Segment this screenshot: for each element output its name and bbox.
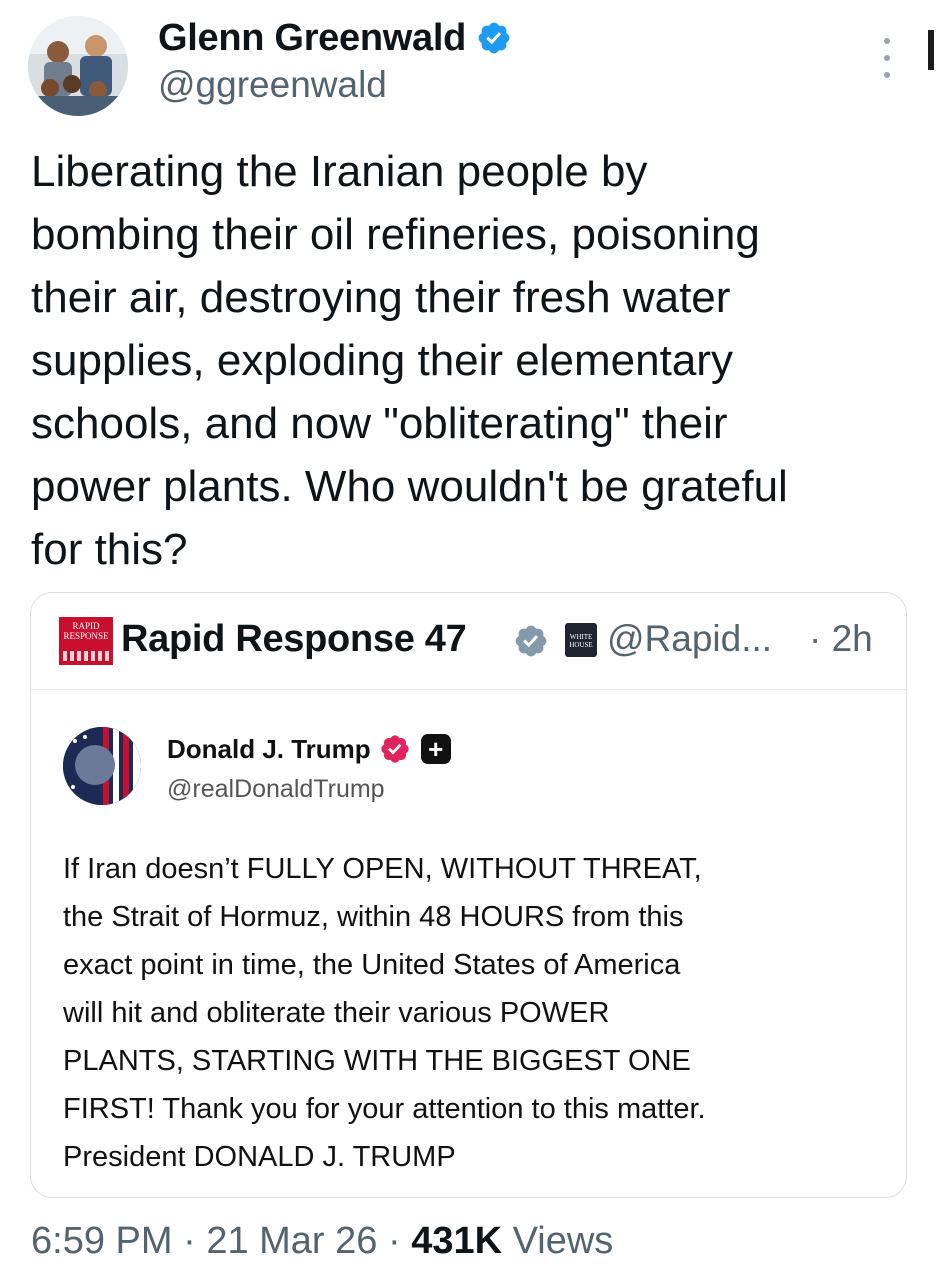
quoted-display-name[interactable]: Rapid Response 47: [121, 618, 467, 661]
tweet-meta-row: 6:59 PM · 21 Mar 26 · 431K Views: [31, 1220, 613, 1263]
tweet-time[interactable]: 6:59 PM: [31, 1220, 173, 1262]
embedded-avatar: [63, 727, 141, 805]
meta-separator: ·: [172, 1220, 207, 1262]
more-dot: [884, 72, 890, 78]
quoted-tweet-card[interactable]: RAPID RESPONSE Rapid Response 47 WHITE H…: [30, 592, 907, 1198]
truth-plus-badge-icon: +: [420, 734, 451, 764]
rapid-response-logo-text: RAPID RESPONSE: [63, 621, 109, 641]
embedded-post-text: If Iran doesn’t FULLY OPEN, WITHOUT THRE…: [63, 853, 706, 1173]
meta-separator: ·: [377, 1220, 412, 1262]
author-handle[interactable]: @ggreenwald: [158, 64, 387, 106]
author-name-row[interactable]: Glenn Greenwald: [158, 14, 512, 62]
more-dot: [884, 38, 890, 44]
tweet-text: Liberating the Iranian people by bombing…: [31, 147, 788, 574]
white-house-badge-text: WHITE HOUSE: [569, 633, 593, 649]
scrollbar-edge: [928, 30, 934, 70]
embedded-name-row: Donald J. Trump +: [167, 731, 451, 767]
views-label[interactable]: Views: [502, 1220, 614, 1262]
white-house-affiliate-badge: WHITE HOUSE: [565, 623, 597, 657]
author-display-name[interactable]: Glenn Greenwald: [158, 17, 466, 60]
views-count[interactable]: 431K: [411, 1220, 502, 1262]
rapid-response-logo-bars: [63, 651, 109, 661]
quoted-timestamp: · 2h: [809, 618, 873, 659]
quoted-tweet-header: RAPID RESPONSE Rapid Response 47 WHITE H…: [31, 593, 906, 690]
verified-badge-icon: [478, 22, 510, 54]
pink-verified-badge-icon: [381, 735, 409, 763]
more-options-icon[interactable]: [877, 38, 897, 78]
quoted-handle[interactable]: @Rapid...: [607, 618, 772, 660]
more-dot: [884, 55, 890, 61]
embedded-display-name: Donald J. Trump: [167, 733, 371, 764]
gray-verified-badge-icon: [515, 625, 547, 657]
author-avatar-image: [28, 16, 128, 116]
rapid-response-logo: RAPID RESPONSE: [59, 617, 113, 665]
embedded-handle: @realDonaldTrump: [167, 775, 385, 803]
embedded-avatar-image: [63, 727, 141, 805]
author-avatar[interactable]: [28, 16, 128, 116]
tweet-date[interactable]: 21 Mar 26: [206, 1220, 377, 1262]
